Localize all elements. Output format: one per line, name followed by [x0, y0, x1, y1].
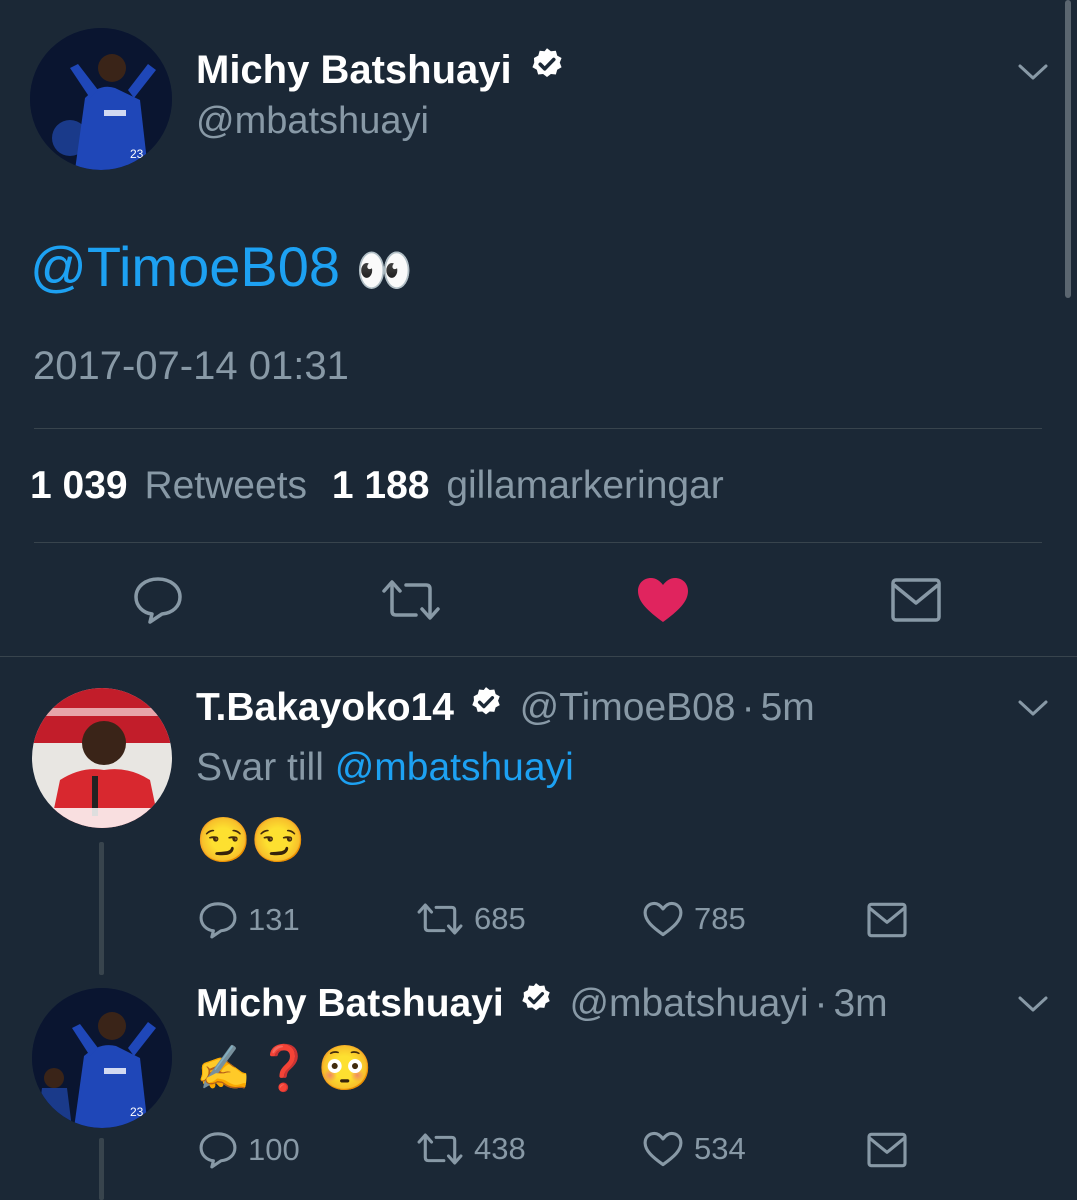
heart-icon: [638, 578, 688, 622]
share-button[interactable]: [890, 577, 942, 623]
reply-text: ✍️❓😳: [196, 1044, 379, 1093]
reply-count: 100: [248, 1132, 300, 1167]
verified-icon: [469, 685, 503, 729]
chevron-down-icon[interactable]: [1017, 698, 1049, 718]
heart-outline-icon: [643, 1131, 683, 1167]
retweet-icon: [417, 1133, 463, 1165]
retweet-icon: [417, 903, 463, 935]
like-button[interactable]: [636, 576, 690, 624]
retweet-action[interactable]: 685: [416, 900, 526, 938]
mention-link[interactable]: @TimoeB08: [30, 235, 340, 298]
reply-action[interactable]: 131: [198, 900, 300, 940]
mail-icon: [867, 902, 907, 938]
reply-header: Michy Batshuayi @mbatshuayi · 3m: [196, 982, 888, 1028]
reply-button[interactable]: [132, 575, 184, 625]
retweet-count: 438: [474, 1131, 526, 1166]
verified-icon: [529, 46, 565, 92]
thread-connector: [99, 1138, 104, 1200]
avatar[interactable]: [32, 688, 172, 828]
author-handle[interactable]: @TimoeB08: [520, 686, 736, 729]
retweets-count[interactable]: 1 039: [30, 464, 128, 507]
reply-icon: [199, 1132, 237, 1169]
chevron-down-icon[interactable]: [1017, 62, 1049, 82]
author-name[interactable]: T.Bakayoko14: [196, 686, 454, 729]
author-name-text[interactable]: Michy Batshuayi: [196, 48, 512, 92]
heart-outline-icon: [643, 901, 683, 937]
avatar[interactable]: 23: [32, 988, 172, 1128]
reply-prefix: Svar till: [196, 746, 324, 789]
share-action[interactable]: [866, 902, 908, 938]
like-action[interactable]: 785: [642, 900, 746, 938]
author-handle[interactable]: @mbatshuayi: [569, 982, 808, 1025]
thread-connector: [99, 842, 104, 975]
retweet-icon: [382, 580, 440, 620]
avatar[interactable]: 23: [30, 28, 172, 170]
reply-header: T.Bakayoko14 @TimoeB08 · 5m: [196, 686, 815, 732]
separator: ·: [741, 686, 755, 729]
eyes-emoji: 👀: [355, 244, 413, 296]
reply-icon: [134, 577, 182, 624]
like-action[interactable]: 534: [642, 1130, 746, 1168]
tweet-time[interactable]: 5m: [761, 686, 815, 729]
divider: [34, 542, 1042, 543]
reply-to-link[interactable]: @mbatshuayi: [335, 746, 574, 789]
tweet-timestamp[interactable]: 2017-07-14 01:31: [33, 344, 349, 389]
reply-context: Svar till @mbatshuayi: [196, 746, 574, 790]
likes-label[interactable]: gillamarkeringar: [446, 464, 723, 507]
retweet-action[interactable]: 438: [416, 1130, 526, 1168]
tweet-stats: 1 039 Retweets 1 188 gillamarkeringar: [30, 464, 724, 508]
retweet-count: 685: [474, 901, 526, 936]
svg-text:23: 23: [130, 1105, 144, 1119]
reply-count: 131: [248, 902, 300, 937]
tweet-text: @TimoeB08 👀: [30, 234, 413, 299]
author-handle[interactable]: @mbatshuayi: [196, 100, 429, 143]
divider: [34, 428, 1042, 429]
likes-count[interactable]: 1 188: [332, 464, 430, 507]
scrollbar[interactable]: [1065, 0, 1071, 298]
tweet-time[interactable]: 3m: [833, 982, 887, 1025]
mail-icon: [891, 578, 941, 622]
svg-text:23: 23: [130, 147, 144, 161]
like-count: 534: [694, 1131, 746, 1166]
divider: [0, 656, 1077, 657]
chevron-down-icon[interactable]: [1017, 994, 1049, 1014]
retweet-button[interactable]: [380, 577, 442, 623]
retweets-label[interactable]: Retweets: [144, 464, 307, 507]
mail-icon: [867, 1132, 907, 1168]
reply-action[interactable]: 100: [198, 1130, 300, 1170]
verified-icon: [519, 981, 553, 1025]
author-name[interactable]: Michy Batshuayi: [196, 48, 565, 95]
like-count: 785: [694, 901, 746, 936]
reply-icon: [199, 902, 237, 939]
share-action[interactable]: [866, 1132, 908, 1168]
reply-text: 😏😏: [196, 816, 306, 865]
separator: ·: [814, 982, 828, 1025]
author-name[interactable]: Michy Batshuayi: [196, 982, 504, 1025]
